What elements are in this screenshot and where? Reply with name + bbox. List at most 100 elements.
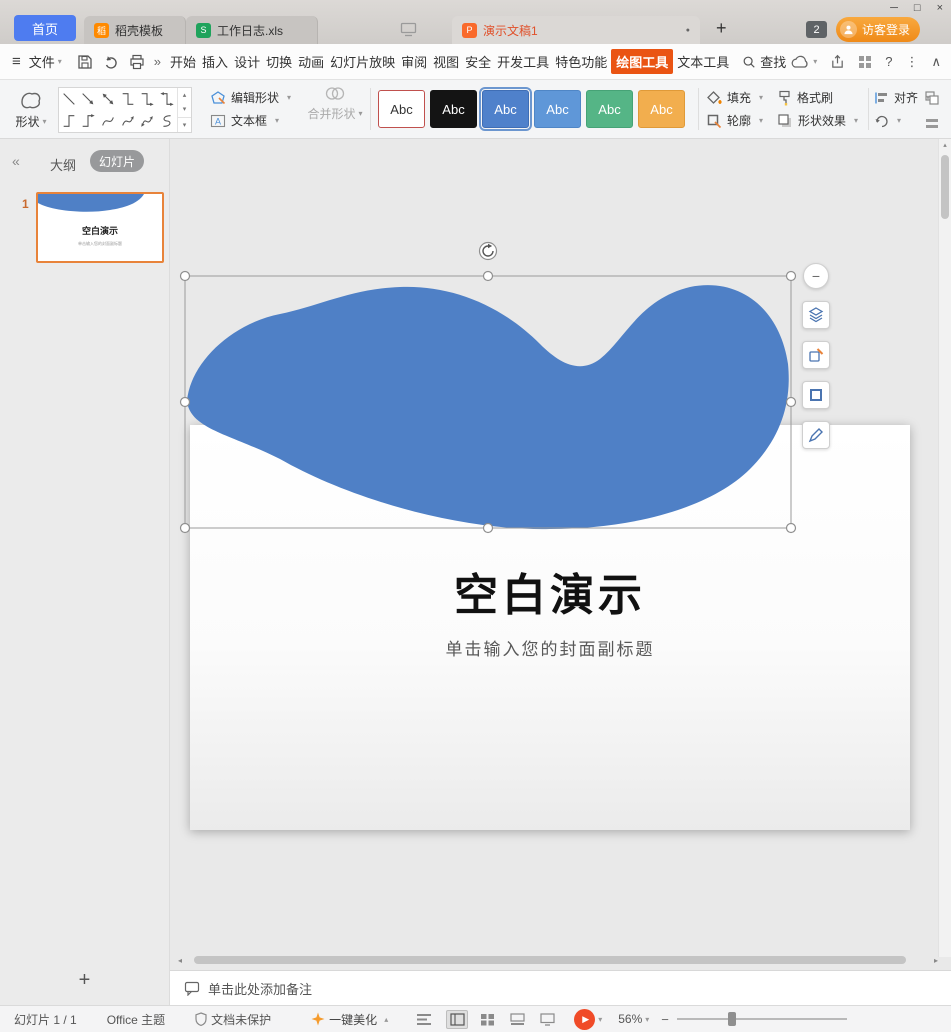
shape-glyph-line[interactable] (59, 88, 79, 110)
menu-item-security[interactable]: 安全 (463, 49, 493, 74)
share-icon[interactable] (830, 54, 845, 69)
align-button[interactable]: 对齐 ▾ (874, 86, 930, 109)
zoom-slider-thumb[interactable] (728, 1012, 736, 1026)
theme-label[interactable]: Office 主题 (107, 1011, 165, 1028)
fill-button[interactable]: 填充 ▾ (706, 86, 763, 109)
rotate-button[interactable]: ▾ (874, 109, 930, 132)
play-options-icon[interactable]: ▾ (598, 1015, 602, 1024)
slide-subtitle[interactable]: 单击输入您的封面副标题 (190, 635, 910, 660)
shape-style-preset[interactable]: Abc (638, 90, 685, 128)
menu-item-features[interactable]: 特色功能 (553, 49, 609, 74)
slide-sorter-view-button[interactable] (476, 1010, 498, 1029)
shape-glyph-curve[interactable] (98, 110, 118, 132)
shapes-button[interactable]: 形状▾ (8, 86, 54, 134)
notes-view-button[interactable] (506, 1010, 528, 1029)
window-close-button[interactable]: × (937, 1, 943, 15)
slide-thumbnail[interactable]: 空白演示 单击输入您的封面副标题 (36, 192, 164, 263)
menu-item-review[interactable]: 审阅 (399, 49, 429, 74)
scroll-up-icon[interactable]: ▴ (939, 141, 951, 149)
shape-style-preset[interactable]: Abc (534, 90, 581, 128)
tab-slides[interactable]: 幻灯片 (90, 150, 144, 172)
horizontal-scrollbar[interactable]: ◂ ▸ (178, 953, 938, 967)
notes-bar[interactable]: 单击此处添加备注 (170, 970, 951, 1005)
shape-glyph-elbow-arrow[interactable] (138, 88, 158, 110)
menu-item-view[interactable]: 视图 (431, 49, 461, 74)
menu-item-transition[interactable]: 切换 (264, 49, 294, 74)
vertical-scroll-thumb[interactable] (941, 155, 949, 219)
shape-glyph-arrow-line[interactable] (79, 88, 99, 110)
shape-glyph-elbow-down-arrow[interactable] (79, 110, 99, 132)
edit-shape-button[interactable]: 编辑形状 ▾ (210, 86, 291, 109)
cloud-sync-icon[interactable]: ▾ (790, 55, 817, 69)
shape-glyph-elbow[interactable] (118, 88, 138, 110)
text-box-button[interactable]: A 文本框 ▾ (210, 109, 291, 132)
outline-button[interactable]: 轮廓 ▾ (706, 109, 763, 132)
shape-glyph-curve-arrow[interactable] (118, 110, 138, 132)
collapse-ribbon-icon[interactable]: ∧ (931, 54, 941, 70)
shape-style-preset[interactable]: Abc (378, 90, 425, 128)
tab-spreadsheet[interactable]: S 工作日志.xls (186, 16, 318, 44)
tab-presentation-active[interactable]: P 演示文稿1 ● (452, 16, 700, 44)
collapse-panel-button[interactable]: « (12, 153, 20, 169)
tab-docer-templates[interactable]: 稻 稻壳模板 (84, 16, 186, 44)
window-maximize-button[interactable]: □ (914, 1, 921, 15)
gallery-more-icon[interactable]: ▾ (178, 117, 191, 132)
normal-view-button[interactable] (446, 1010, 468, 1029)
undo-icon[interactable] (103, 54, 119, 70)
shape-format-button[interactable] (802, 341, 830, 369)
collapse-tools-button[interactable]: − (803, 263, 829, 289)
play-button[interactable]: ▶ ▾ (574, 1009, 602, 1030)
format-painter-button[interactable]: 格式刷 (777, 86, 833, 109)
home-tab-button[interactable]: 首页 (14, 15, 76, 41)
help-icon[interactable]: ? (885, 54, 892, 69)
beautify-button[interactable]: 一键美化 ▴ (311, 1011, 388, 1028)
scroll-right-icon[interactable]: ▸ (934, 956, 938, 965)
login-button[interactable]: 访客登录 (836, 17, 920, 42)
add-slide-button[interactable]: + (0, 969, 169, 992)
new-tab-button[interactable]: + (716, 18, 727, 39)
more-options-icon[interactable] (924, 116, 940, 132)
reading-view-button[interactable] (536, 1010, 558, 1029)
resize-handle-e[interactable] (787, 398, 796, 407)
resize-handle-w[interactable] (181, 398, 190, 407)
window-count-badge[interactable]: 2 (806, 21, 827, 38)
monitor-icon[interactable] (400, 22, 417, 37)
save-icon[interactable] (77, 54, 93, 70)
frame-button[interactable] (802, 381, 830, 409)
slide[interactable]: 空白演示 单击输入您的封面副标题 (190, 425, 910, 830)
vertical-scrollbar[interactable]: ▴ (938, 139, 951, 957)
horizontal-scroll-thumb[interactable] (194, 956, 906, 964)
text-settings-icon[interactable] (416, 1013, 432, 1026)
resize-handle-n[interactable] (484, 272, 493, 281)
menu-item-start[interactable]: 开始 (168, 49, 198, 74)
slide-canvas[interactable]: 空白演示 单击输入您的封面副标题 − (170, 139, 951, 970)
shape-style-preset-selected[interactable]: Abc (482, 90, 529, 128)
more-tools-icon[interactable]: » (154, 54, 161, 69)
protection-status[interactable]: 文档未保护 (195, 1011, 271, 1028)
menu-item-dev-tools[interactable]: 开发工具 (495, 49, 551, 74)
zoom-level[interactable]: 56% ▾ (618, 1012, 649, 1026)
apps-icon[interactable] (858, 55, 872, 69)
gallery-scroll-up-icon[interactable]: ▴ (178, 88, 191, 102)
tab-outline[interactable]: 大纲 (50, 155, 76, 174)
menu-item-draw-tools[interactable]: 绘图工具 (611, 49, 673, 74)
gallery-scroll-down-icon[interactable]: ▾ (178, 102, 191, 116)
menu-item-text-tools[interactable]: 文本工具 (675, 49, 731, 74)
zoom-out-button[interactable]: − (661, 1012, 669, 1027)
file-menu[interactable]: 文件 ▾ (29, 52, 62, 71)
shape-glyph-elbow-double-arrow[interactable] (157, 88, 177, 110)
window-minimize-button[interactable]: ─ (890, 1, 898, 15)
merge-shapes-button[interactable]: 合并形状▾ (304, 86, 366, 122)
menu-item-insert[interactable]: 插入 (200, 49, 230, 74)
rotate-handle[interactable] (480, 243, 497, 260)
menu-item-animation[interactable]: 动画 (296, 49, 326, 74)
print-icon[interactable] (129, 54, 145, 70)
menu-item-design[interactable]: 设计 (232, 49, 262, 74)
kebab-menu-icon[interactable]: ⋮ (905, 54, 918, 70)
menu-item-slideshow[interactable]: 幻灯片放映 (328, 49, 397, 74)
shape-effects-button[interactable]: 形状效果 ▾ (777, 109, 858, 132)
resize-handle-ne[interactable] (787, 272, 796, 281)
shape-glyph-curve-double-arrow[interactable] (138, 110, 158, 132)
shape-glyph-elbow-down[interactable] (59, 110, 79, 132)
resize-handle-sw[interactable] (181, 524, 190, 533)
